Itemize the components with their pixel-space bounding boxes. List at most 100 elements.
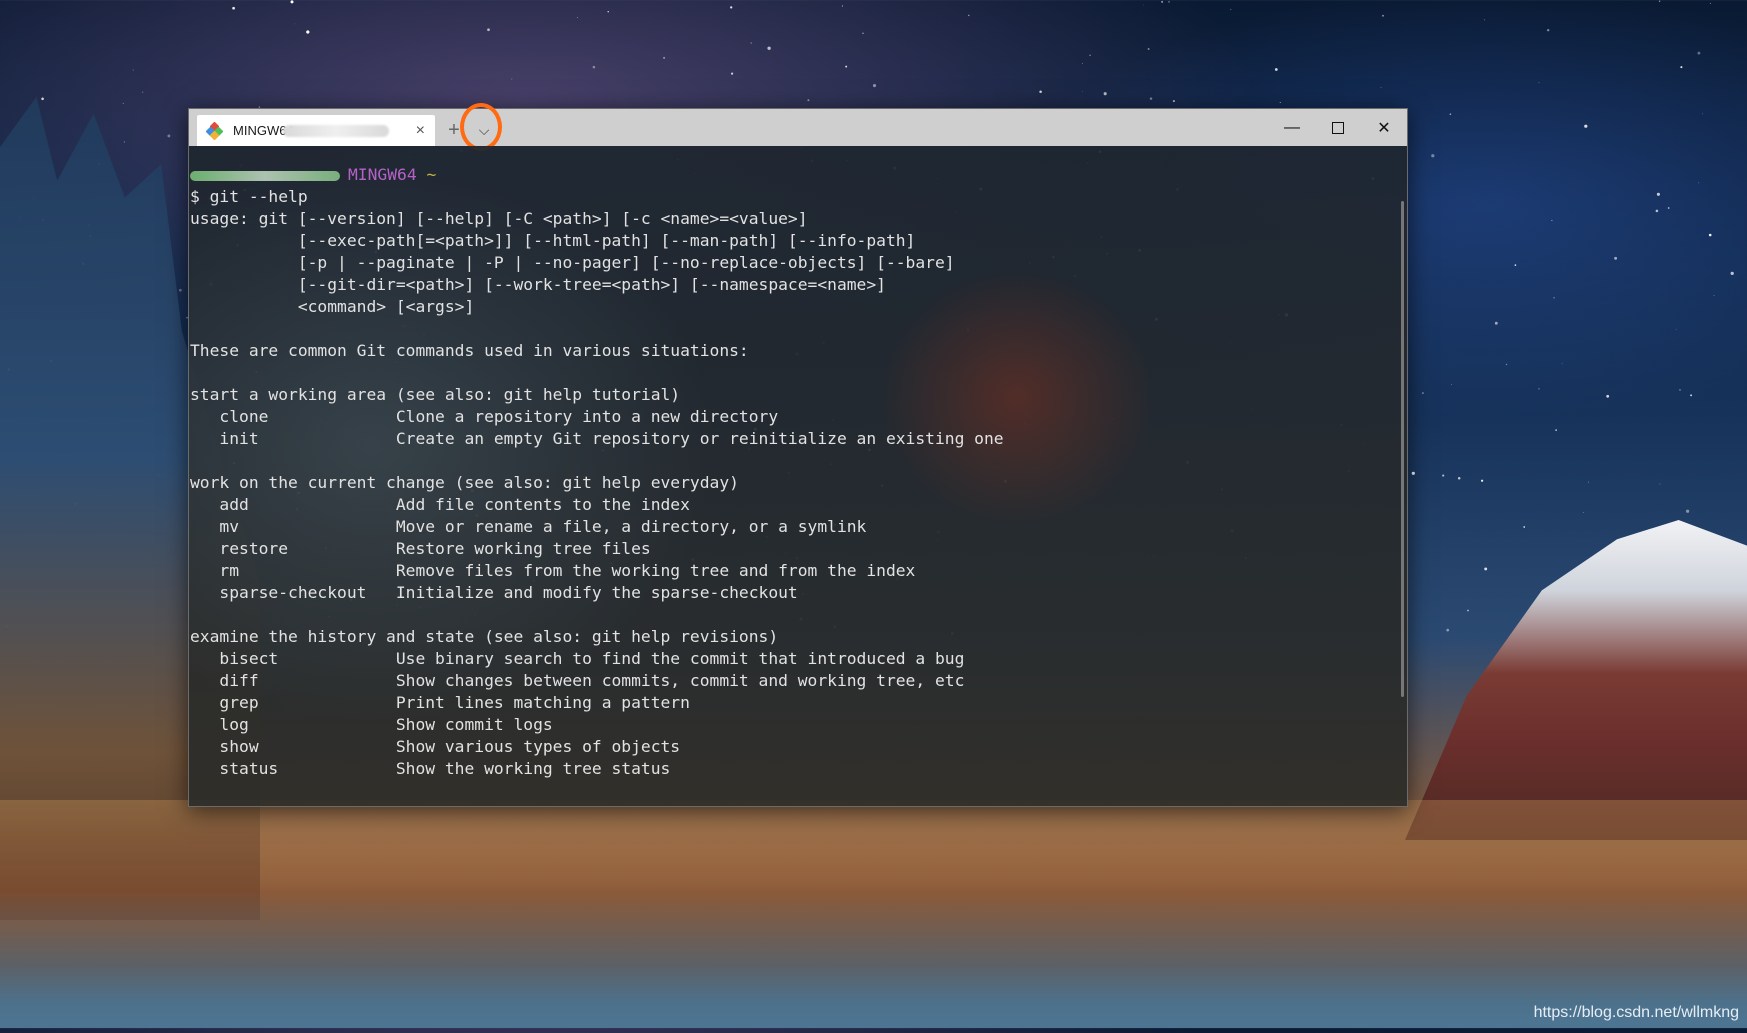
close-button[interactable]: ✕ [1361,109,1407,146]
star [1081,63,1083,65]
star [1089,54,1091,57]
star [730,6,733,9]
terminal-line: usage: git [--version] [--help] [-C <pat… [190,209,808,228]
star [1697,51,1701,55]
maximize-button[interactable] [1315,109,1361,146]
star [487,28,490,32]
star [1149,97,1153,100]
star [1494,321,1498,325]
star [1279,102,1281,103]
tab-dropdown-button[interactable]: ⌵ [460,103,502,151]
star [1039,90,1042,94]
maximize-icon [1332,121,1344,134]
star [1081,90,1083,92]
star [1103,92,1107,96]
terminal-line: bisect Use binary search to find the com… [190,649,965,668]
redacted-tab-path [283,125,389,137]
star [1606,394,1610,398]
terminal-line: restore Restore working tree files [190,539,651,558]
star [1382,14,1384,17]
minimize-button[interactable]: — [1269,109,1315,146]
terminal-line: diff Show changes between commits, commi… [190,671,965,690]
watermark-url: https://blog.csdn.net/wllmkng [1533,1004,1739,1021]
star [1584,124,1588,128]
star [1142,4,1144,6]
terminal-line: examine the history and state (see also:… [190,627,779,646]
star [663,56,666,59]
star [1667,207,1670,209]
terminal-line: [-p | --paginate | -P | --no-pager] [--n… [190,253,955,272]
star [1690,394,1693,397]
star [1168,1,1170,3]
star [232,6,235,10]
star [1698,182,1700,184]
star [607,11,609,13]
star [1614,256,1618,260]
star [1679,389,1681,391]
star [1505,363,1508,366]
star [1655,209,1659,213]
close-icon: ✕ [1377,119,1391,137]
star [142,91,144,93]
redacted-user-host [190,170,340,181]
terminal-line: show Show various types of objects [190,737,681,756]
star [807,99,810,102]
star [592,65,596,69]
terminal-line: sparse-checkout Initialize and modify th… [190,583,798,602]
prompt-directory: ~ [426,165,437,184]
star [1538,82,1540,84]
star [1411,471,1415,475]
star [872,84,877,88]
star [1680,66,1683,69]
minimize-icon: — [1284,118,1300,136]
star [1449,113,1452,115]
star [1442,474,1445,477]
star [123,141,125,143]
star [294,23,296,25]
terminal-output[interactable]: MINGW64 ~ $ git --help usage: git [--vers… [189,146,1407,806]
terminal-line: [--git-dir=<path>] [--work-tree=<path>] … [190,275,886,294]
star [306,30,310,34]
star [1708,233,1712,237]
window-controls: — ✕ [1269,109,1407,146]
star [1172,100,1175,103]
star [1546,28,1550,32]
terminal-scrollbar[interactable] [1401,201,1404,697]
star [845,65,848,68]
star [1730,271,1734,276]
star [41,97,44,101]
star [1481,479,1484,482]
tab-mingw64[interactable]: MINGW64: × [197,115,435,146]
star [841,5,843,7]
star [862,32,864,34]
terminal-line: status Show the working tree status [190,759,671,778]
star [1658,0,1661,2]
star [577,17,578,18]
star [1551,219,1553,222]
star [1538,388,1540,390]
star [1457,476,1461,480]
star [1514,264,1517,266]
highlight-circle [460,103,502,151]
star [730,72,734,75]
title-bar[interactable]: MINGW64: × + ⌵ — ✕ [189,103,1407,151]
star [511,78,513,80]
star [1561,363,1563,365]
star [132,69,134,71]
terminal-line: log Show commit logs [190,715,553,734]
star [122,102,124,104]
star [1656,192,1660,196]
star [1230,8,1232,10]
terminal-line: add Add file contents to the index [190,495,690,514]
star [1161,0,1164,3]
star [1431,154,1435,158]
output-lines: $ git --help usage: git [--version] [--he… [190,186,1407,780]
star [1659,483,1661,485]
tab-close-icon[interactable]: × [416,122,425,140]
star [1702,113,1704,115]
terminal-line: These are common Git commands used in va… [190,341,749,360]
star [1553,296,1555,299]
